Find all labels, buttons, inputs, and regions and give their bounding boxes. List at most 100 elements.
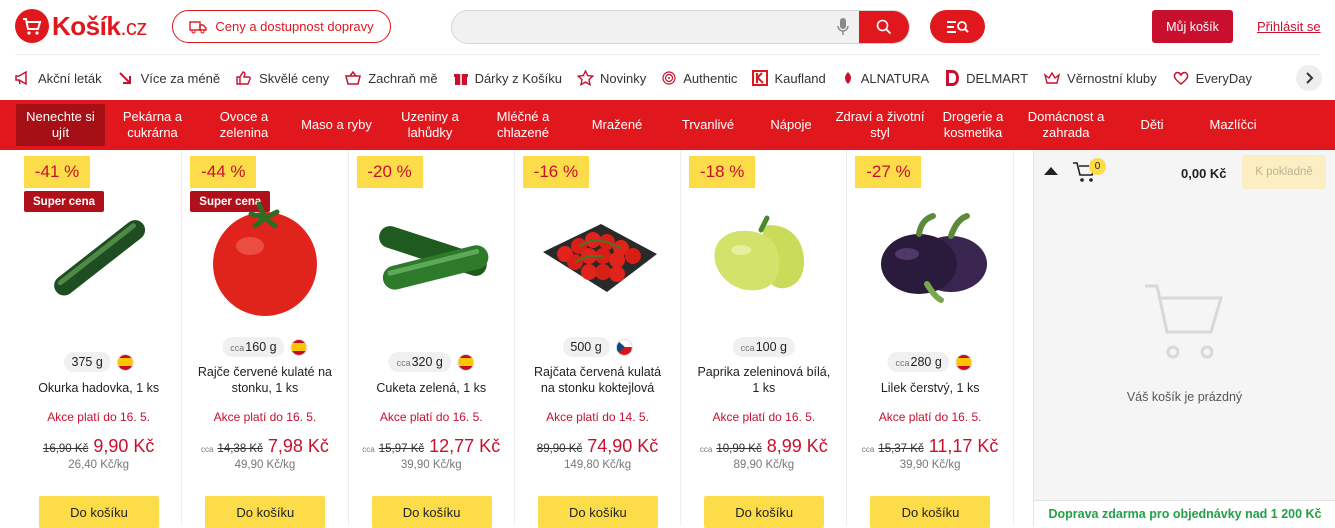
product-image-eggplant[interactable] [867, 194, 993, 320]
category-napoje[interactable]: Nápoje [753, 104, 829, 146]
unit-price: 49,90 Kč/kg [234, 459, 296, 471]
promo-item-zachran-me[interactable]: Zachraň mě [344, 70, 438, 86]
promo-nav: Akční leták Více za méně Skvělé ceny Zac… [0, 58, 1335, 98]
fingerprint-icon [662, 71, 676, 85]
category-zdravi[interactable]: Zdraví a životní styl [829, 104, 931, 146]
price-row: cca 10,99 Kč 8,99 Kč [681, 436, 846, 457]
product-image-zucchini[interactable] [369, 194, 495, 320]
promo-label: Věrnostní kluby [1067, 70, 1157, 86]
promo-validity: Akce platí do 16. 5. [712, 410, 816, 424]
kosik-logo[interactable]: Košík.cz [15, 9, 147, 43]
arrow-down-icon [118, 72, 131, 84]
product-card[interactable]: -16 % 500 g Rajčata červená kulatá na st… [515, 150, 682, 528]
gift-icon [453, 74, 468, 85]
category-mlecne[interactable]: Mléčné a chlazené [475, 104, 571, 146]
product-card[interactable]: -18 % cca100 g Paprika zeleninová bílá, … [681, 150, 848, 528]
promo-item-akcni-letak[interactable]: Akční leták [14, 70, 102, 86]
category-maso-ryby[interactable]: Maso a ryby [288, 104, 385, 146]
truck-icon [189, 20, 208, 33]
category-nenechte-si-ujit[interactable]: Nenechte si ujít [16, 104, 105, 146]
spain-flag-icon [116, 353, 134, 371]
weight-label: cca280 g [887, 352, 950, 372]
category-uzeniny[interactable]: Uzeniny a lahůdky [385, 104, 475, 146]
microphone-icon[interactable] [837, 17, 849, 42]
rescue-basket-icon [345, 70, 362, 85]
category-mazlicci[interactable]: Mazlíčci [1187, 104, 1279, 146]
category-ovoce-zelenina[interactable]: Ovoce a zelenina [200, 104, 288, 146]
add-to-cart-button[interactable]: Do košíku [537, 496, 658, 528]
product-image-pepper[interactable] [701, 194, 827, 320]
product-card[interactable]: -41 % Super cena 375 g Okurka hadovka, 1… [16, 150, 183, 528]
login-link[interactable]: Přihlásit se [1257, 19, 1321, 34]
promo-item-kaufland[interactable]: Kaufland [752, 70, 826, 86]
price-row: cca 14,38 Kč 7,98 Kč [182, 436, 347, 457]
promo-label: ALNATURA [860, 70, 930, 86]
product-name[interactable]: Rajčata červená kulatá na stonku koktejl… [515, 364, 680, 396]
promo-item-everyday[interactable]: EveryDay [1172, 70, 1252, 86]
discount-badge: -18 % [689, 156, 756, 188]
promo-label: Dárky z Košíku [474, 70, 562, 86]
promo-validity: Akce platí do 16. 5. [379, 410, 483, 424]
new-price: 12,77 Kč [429, 436, 501, 456]
category-pekarna[interactable]: Pekárna a cukrárna [105, 104, 200, 146]
menu-search-button[interactable] [930, 10, 985, 43]
product-name[interactable]: Rajče červené kulaté na stonku, 1 ks [182, 364, 347, 396]
promo-item-novinky[interactable]: Novinky [576, 70, 646, 86]
category-drogerie[interactable]: Drogerie a kosmetika [931, 104, 1015, 146]
promo-item-alnatura[interactable]: ALNATURA [841, 70, 929, 86]
product-image-cherry-tomatoes[interactable] [535, 194, 661, 320]
promo-item-skvele-ceny[interactable]: Skvělé ceny [235, 70, 329, 86]
logo-cart-icon [15, 9, 49, 43]
cca-label: cca [861, 445, 875, 454]
product-name[interactable]: Paprika zeleninová bílá, 1 ks [681, 364, 846, 396]
cart-count-badge: 0 [1089, 158, 1106, 175]
category-trvanlive[interactable]: Trvanlivé [663, 104, 753, 146]
add-to-cart-button[interactable]: Do košíku [205, 496, 326, 528]
weight-label: 500 g [562, 337, 610, 357]
discount-badge: -27 % [855, 156, 922, 188]
price-row: cca 15,97 Kč 12,77 Kč [349, 436, 514, 457]
promo-item-darky[interactable]: Dárky z Košíku [453, 70, 562, 86]
add-to-cart-button[interactable]: Do košíku [39, 496, 159, 528]
add-to-cart-button[interactable]: Do košíku [371, 496, 492, 528]
product-image-tomato[interactable] [202, 194, 328, 320]
product-name[interactable]: Okurka hadovka, 1 ks [16, 380, 181, 396]
product-image-cucumber[interactable] [36, 194, 162, 320]
delivery-prices-button[interactable]: Ceny a dostupnost dopravy [172, 10, 391, 43]
add-to-cart-button[interactable]: Do košíku [870, 496, 991, 528]
unit-price: 149,80 Kč/kg [563, 459, 632, 471]
discount-badge: -41 % [24, 156, 90, 188]
product-card[interactable]: -20 % cca320 g Cuketa zelená, 1 ks Akce … [349, 150, 515, 528]
search-input[interactable] [452, 11, 860, 43]
add-to-cart-button[interactable]: Do košíku [704, 496, 825, 528]
weight-label: cca100 g [732, 337, 795, 357]
category-mrazene[interactable]: Mražené [571, 104, 663, 146]
promo-item-vernostni-kluby[interactable]: Věrnostní kluby [1043, 70, 1157, 86]
category-domacnost[interactable]: Domácnost a zahrada [1015, 104, 1117, 146]
cca-label: cca [200, 445, 214, 454]
product-name[interactable]: Lilek čerstvý, 1 ks [847, 380, 1012, 396]
promo-scroll-right-button[interactable] [1296, 65, 1322, 91]
search-button[interactable] [859, 11, 909, 43]
old-price: 15,37 Kč [878, 443, 924, 455]
price-row: 16,90 Kč 9,90 Kč [16, 436, 181, 457]
my-cart-button[interactable]: Můj košík [1152, 10, 1233, 43]
star-icon [576, 70, 594, 86]
old-price: 15,97 Kč [378, 443, 425, 455]
promo-label: Akční leták [38, 70, 102, 86]
checkout-button[interactable]: K pokladně [1242, 155, 1326, 189]
product-card[interactable]: -44 % Super cena cca160 g Rajče červené … [182, 150, 349, 528]
search-bar [451, 10, 910, 44]
old-price: 16,90 Kč [42, 443, 89, 455]
collapse-cart-icon[interactable] [1044, 167, 1058, 175]
promo-item-authentic[interactable]: Authentic [661, 70, 737, 86]
discount-badge: -16 % [522, 156, 589, 188]
product-card[interactable]: -27 % cca280 g Lilek čerstvý, 1 ks Akce … [847, 150, 1014, 528]
category-deti[interactable]: Děti [1117, 104, 1187, 146]
promo-item-vice-za-mene[interactable]: Více za méně [117, 70, 220, 86]
promo-validity: Akce platí do 16. 5. [47, 410, 151, 424]
product-name[interactable]: Cuketa zelená, 1 ks [349, 380, 514, 396]
promo-item-delmart[interactable]: DELMART [944, 69, 1028, 87]
promo-label: Skvělé ceny [259, 70, 330, 86]
cart-panel: 0 0,00 Kč K pokladně Váš košík je prázdn… [1033, 150, 1335, 526]
